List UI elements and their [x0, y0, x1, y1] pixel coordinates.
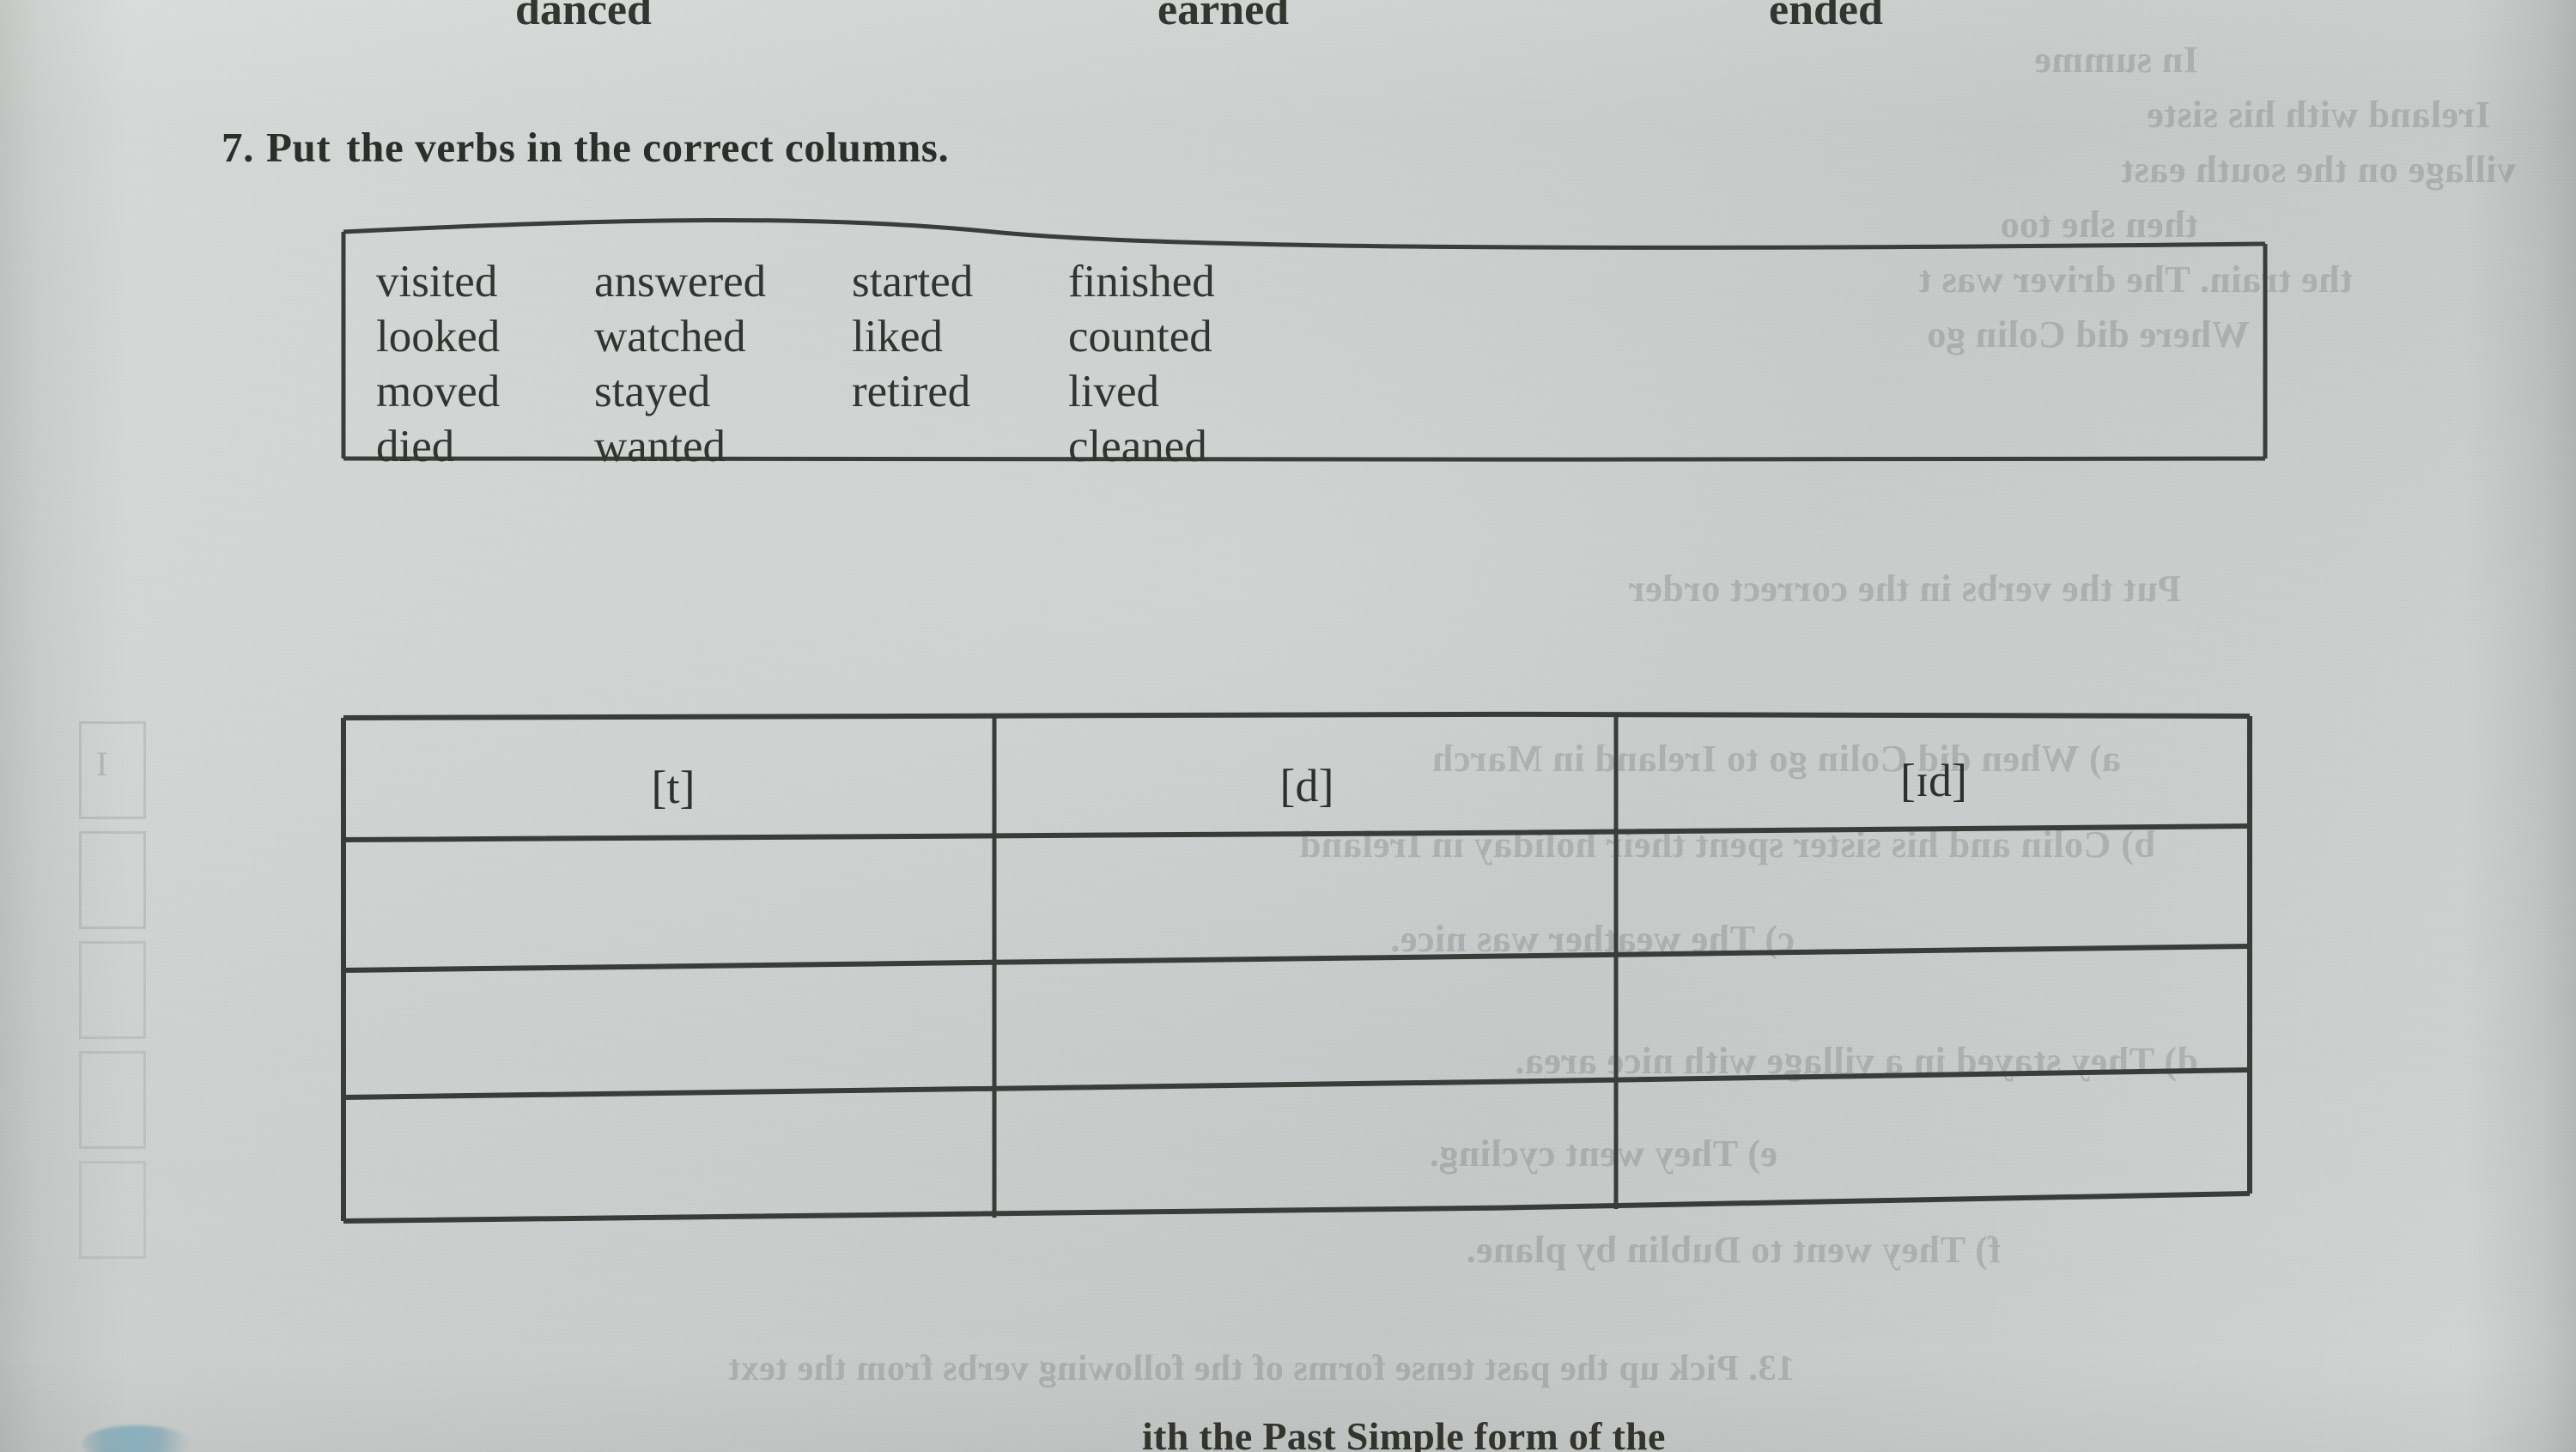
word-bank-word: started: [852, 257, 974, 307]
table-header-id: [ɪd]: [1900, 755, 1967, 806]
table-cell-id-row2[interactable]: [1623, 958, 2250, 1084]
table-border-top: [343, 711, 2251, 720]
word-bank-word: lived: [1068, 367, 1159, 416]
word-bank-word: counted: [1068, 312, 1212, 361]
word-bank-column-2: answered watched stayed wanted: [594, 258, 766, 471]
table-cell-d-row2[interactable]: [1001, 967, 1621, 1092]
word-bank-word: retired: [852, 367, 971, 416]
table-cell-id-row3[interactable]: [1623, 1084, 2250, 1204]
table-cell-d-row1[interactable]: [1001, 838, 1621, 967]
scanned-workbook-page: In summe Ireland with his siste village …: [0, 0, 2576, 1452]
exercise-instruction-rest: the verbs in the correct columns.: [346, 124, 950, 171]
table-cell-id-row1[interactable]: [1623, 833, 2250, 962]
table-cell-d-row3[interactable]: [1001, 1094, 1621, 1214]
table-header-t: [t]: [651, 762, 696, 813]
bottom-edge-shadow: [0, 1349, 2576, 1452]
word-bank-word-empty: [852, 422, 973, 471]
exercise-instruction: 7. Put the verbs in the correct columns.: [222, 123, 949, 172]
exercise-instruction-verb: Put: [265, 124, 331, 171]
printed-content-layer: danced earned ended 7. Put the verbs in th…: [0, 0, 2576, 1452]
left-edge-shadow: [0, 0, 129, 1452]
cut-off-top-verb-row: danced earned ended: [0, 0, 2576, 45]
table-cell-t-row3[interactable]: [347, 1103, 999, 1223]
word-bank-word: answered: [594, 257, 767, 307]
right-edge-shadow: [2464, 0, 2576, 1452]
word-bank-word: stayed: [594, 367, 711, 416]
table-cell-t-row2[interactable]: [347, 974, 999, 1099]
top-verb-danced: danced: [515, 0, 652, 34]
exercise-number: 7.: [222, 124, 254, 171]
word-bank-word: moved: [376, 367, 501, 416]
word-bank-word: liked: [852, 312, 943, 361]
word-bank-column-3: started liked retired: [852, 258, 973, 471]
top-verb-earned: earned: [1157, 0, 1290, 34]
word-bank-word: visited: [376, 257, 498, 307]
word-bank-word: watched: [594, 312, 746, 361]
top-verb-ended: ended: [1769, 0, 1883, 34]
table-cell-t-row1[interactable]: [347, 841, 999, 970]
word-bank-word: looked: [376, 312, 501, 361]
word-bank-word: finished: [1068, 257, 1215, 307]
word-bank-top-border: [343, 217, 2266, 250]
word-bank-column-4: finished counted lived cleaned: [1068, 258, 1215, 471]
word-bank-word: cleaned: [1068, 422, 1207, 471]
word-bank-word: wanted: [594, 422, 726, 471]
word-bank-word: died: [376, 422, 455, 471]
word-bank-column-1: visited looked moved died: [376, 258, 500, 471]
table-header-d: [d]: [1279, 760, 1334, 811]
